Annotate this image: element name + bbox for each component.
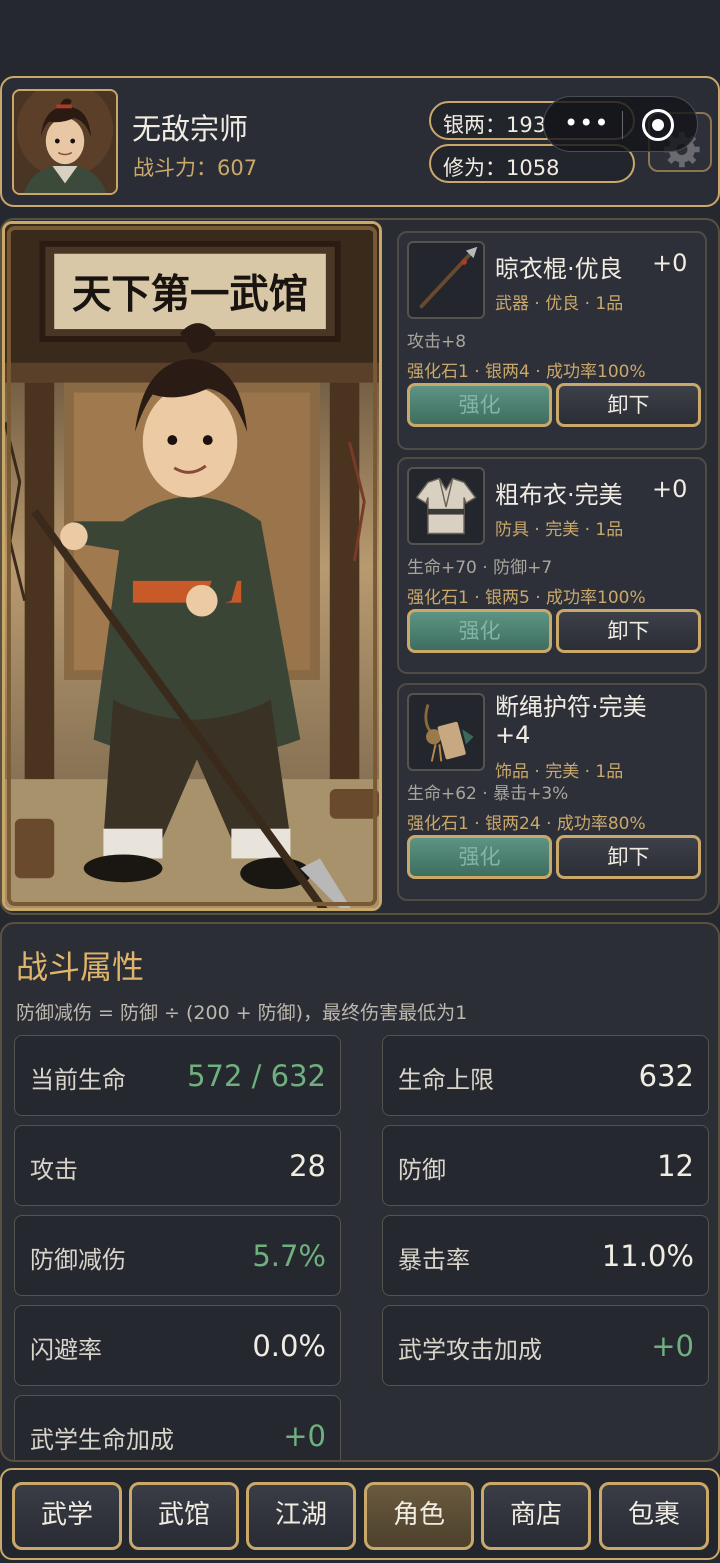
- nav-tab-character[interactable]: 角色: [364, 1482, 474, 1550]
- stat-crit-rate: 暴击率 11.0%: [382, 1215, 709, 1296]
- combat-power-label: 战斗力：: [133, 156, 217, 180]
- item-type: 武器 · 优良 · 1品: [495, 294, 624, 314]
- combat-power-value: 607: [217, 156, 258, 180]
- stat-defense: 防御 12: [382, 1125, 709, 1206]
- amulet-icon[interactable]: [407, 693, 485, 771]
- stat-value: 11.0%: [601, 1239, 694, 1273]
- equip-card-armor: 粗布衣·完美 +0 防具 · 完美 · 1品 生命+70 · 防御+7 强化石1…: [397, 457, 707, 674]
- stat-value: 12: [657, 1149, 694, 1183]
- combat-stats-panel: 战斗属性 防御减伤 = 防御 ÷ (200 + 防御)，最终伤害最低为1 当前生…: [0, 922, 720, 1462]
- unequip-button[interactable]: 卸下: [556, 383, 701, 427]
- bottom-nav: 武学 武馆 江湖 角色 商店 包裹: [0, 1468, 720, 1560]
- enhance-button[interactable]: 强化: [407, 383, 552, 427]
- nav-tab-inventory[interactable]: 包裹: [599, 1482, 709, 1550]
- equip-card-weapon: 晾衣棍·优良 +0 武器 · 优良 · 1品 攻击+8 强化石1 · 银两4 ·…: [397, 231, 707, 450]
- cultivation-value: 1058: [506, 156, 560, 180]
- item-level: +0: [652, 475, 688, 503]
- player-avatar[interactable]: [12, 89, 118, 195]
- player-name: 无敌宗师: [132, 112, 249, 146]
- stat-value: 572 / 632: [187, 1059, 326, 1093]
- nav-tab-martial-arts[interactable]: 武学: [12, 1482, 122, 1550]
- item-level: +0: [652, 249, 688, 277]
- stat-label: 暴击率: [398, 1246, 470, 1274]
- combat-power: 战斗力：607: [133, 152, 257, 182]
- unequip-button[interactable]: 卸下: [556, 609, 701, 653]
- item-stats: 生命+70 · 防御+7: [407, 558, 553, 578]
- stat-label: 闪避率: [30, 1336, 102, 1364]
- player-header: 无敌宗师 战斗力：607 银两：193 修为：1058 •••: [0, 76, 720, 207]
- silver-value: 193: [506, 113, 547, 137]
- enhance-cost: 强化石1 · 银两4 · 成功率100%: [407, 362, 646, 382]
- miniprogram-capsule: •••: [543, 96, 698, 152]
- stat-value: 0.0%: [252, 1329, 326, 1363]
- enhance-button[interactable]: 强化: [407, 609, 552, 653]
- dojo-sign-text: 天下第一武馆: [72, 271, 308, 317]
- enhance-cost: 强化石1 · 银两5 · 成功率100%: [407, 588, 646, 608]
- enhance-button[interactable]: 强化: [407, 835, 552, 879]
- character-portrait: 天下第一武馆: [2, 221, 382, 911]
- stat-label: 武学生命加成: [30, 1426, 174, 1454]
- item-type: 防具 · 完美 · 1品: [495, 520, 624, 540]
- stats-formula: 防御减伤 = 防御 ÷ (200 + 防御)，最终伤害最低为1: [16, 1002, 468, 1024]
- item-level: +4: [495, 721, 531, 749]
- item-stats: 攻击+8: [407, 332, 467, 352]
- more-icon[interactable]: •••: [564, 109, 609, 137]
- item-stats: 生命+62 · 暴击+3%: [407, 784, 569, 804]
- character-portrait-image: 天下第一武馆: [5, 224, 379, 908]
- stat-label: 武学攻击加成: [398, 1336, 542, 1364]
- stat-value: +0: [651, 1329, 694, 1363]
- equip-card-accessory: 断绳护符·完美 +4 饰品 · 完美 · 1品 生命+62 · 暴击+3% 强化…: [397, 683, 707, 901]
- stat-max-hp: 生命上限 632: [382, 1035, 709, 1116]
- stat-label: 防御: [398, 1156, 446, 1184]
- item-name: 晾衣棍·优良: [495, 255, 623, 283]
- close-target-icon[interactable]: [642, 109, 674, 141]
- stat-value: 632: [638, 1059, 694, 1093]
- stat-label: 生命上限: [398, 1066, 494, 1094]
- silver-label: 银两：: [443, 113, 506, 137]
- stat-attack: 攻击 28: [14, 1125, 341, 1206]
- nav-tab-dojo[interactable]: 武馆: [129, 1482, 239, 1550]
- stat-martial-attack-bonus: 武学攻击加成 +0: [382, 1305, 709, 1386]
- stat-martial-hp-bonus: 武学生命加成 +0: [14, 1395, 341, 1460]
- stat-label: 当前生命: [30, 1066, 126, 1094]
- enhance-cost: 强化石1 · 银两24 · 成功率80%: [407, 814, 646, 834]
- capsule-divider: [622, 111, 623, 139]
- cultivation-label: 修为：: [443, 156, 506, 180]
- stat-current-hp: 当前生命 572 / 632: [14, 1035, 341, 1116]
- stats-title: 战斗属性: [16, 948, 145, 986]
- spear-icon[interactable]: [407, 241, 485, 319]
- stat-dodge-rate: 闪避率 0.0%: [14, 1305, 341, 1386]
- item-name: 粗布衣·完美: [495, 481, 623, 509]
- robe-icon[interactable]: [407, 467, 485, 545]
- stat-label: 攻击: [30, 1156, 78, 1184]
- unequip-button[interactable]: 卸下: [556, 835, 701, 879]
- nav-tab-jianghu[interactable]: 江湖: [246, 1482, 356, 1550]
- stat-damage-reduction: 防御减伤 5.7%: [14, 1215, 341, 1296]
- item-name: 断绳护符·完美: [495, 693, 647, 721]
- avatar-portrait-image: [14, 91, 116, 193]
- stat-value: 5.7%: [252, 1239, 326, 1273]
- stat-label: 防御减伤: [30, 1246, 126, 1274]
- nav-tab-shop[interactable]: 商店: [481, 1482, 591, 1550]
- stat-value: +0: [283, 1419, 326, 1453]
- stat-value: 28: [289, 1149, 326, 1183]
